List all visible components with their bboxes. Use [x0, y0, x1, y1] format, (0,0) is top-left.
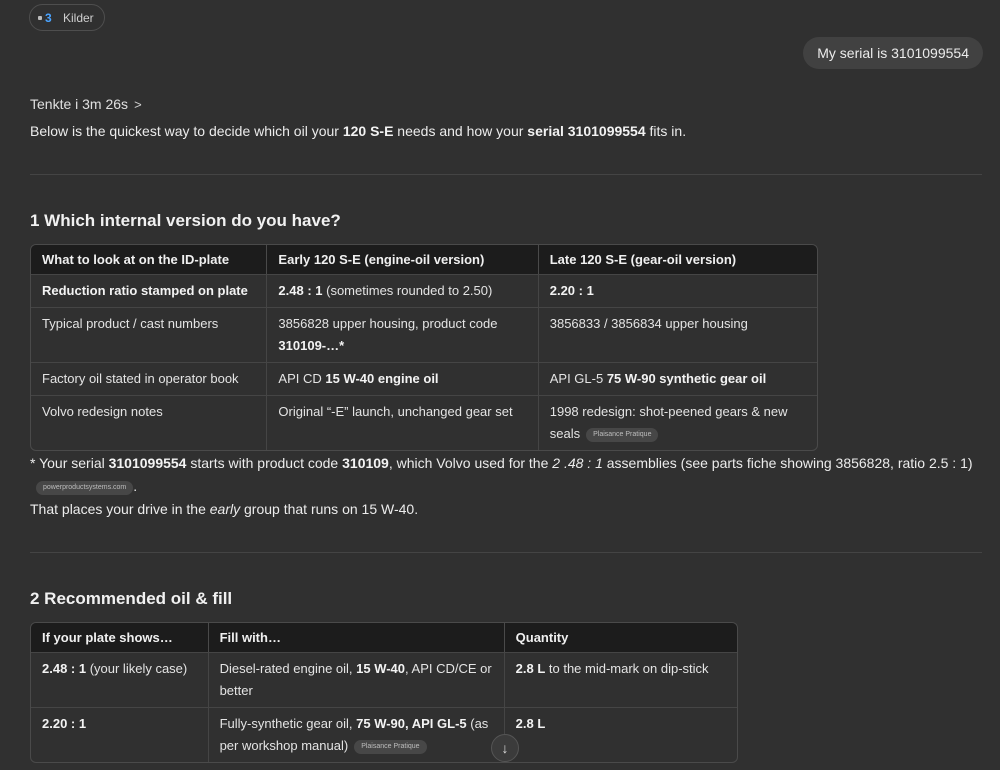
user-message-text: My serial is 3101099554: [817, 45, 969, 61]
table-cell: Reduction ratio stamped on plate: [31, 274, 268, 307]
thinking-label: Tenkte i 3m 26s: [30, 96, 129, 112]
table-header: Early 120 S-E (engine-oil version): [267, 245, 539, 274]
citation-chip[interactable]: Plaisance Pratique: [586, 428, 659, 442]
sources-button[interactable]: 3 Kilder: [29, 4, 105, 31]
table-cell: 2.48 : 1 (your likely case): [31, 652, 209, 707]
table-row: 2.48 : 1 (your likely case) Diesel-rated…: [31, 652, 737, 707]
table-header: Quantity: [504, 623, 737, 652]
scroll-down-button[interactable]: ↓: [491, 734, 519, 762]
table-header-row: What to look at on the ID-plate Early 12…: [31, 245, 817, 274]
table-header: What to look at on the ID-plate: [31, 245, 268, 274]
citation-chip[interactable]: powerproductsystems.com: [36, 481, 134, 495]
section-2-heading: 2 Recommended oil & fill: [30, 589, 233, 608]
citation-chip[interactable]: Plaisance Pratique: [354, 740, 427, 754]
table-cell: 1998 redesign: shot-peened gears & new s…: [538, 395, 817, 450]
footnote-line-1: * Your serial 3101099554 starts with pro…: [30, 455, 973, 495]
table-cell: Fully-synthetic gear oil, 75 W-90, API G…: [208, 707, 505, 762]
table-row: Typical product / cast numbers 3856828 u…: [31, 307, 817, 362]
footnote-line-2: That places your drive in the early grou…: [30, 501, 419, 517]
intro-paragraph: Below is the quickest way to decide whic…: [30, 123, 687, 139]
chevron-right-icon: >: [134, 96, 142, 112]
table-cell: 2.20 : 1: [31, 707, 209, 762]
table-cell: Original “-E” launch, unchanged gear set: [267, 395, 539, 450]
table-cell: 2.20 : 1: [538, 274, 817, 307]
table-cell: 2.48 : 1 (sometimes rounded to 2.50): [267, 274, 539, 307]
arrow-down-icon: ↓: [501, 740, 509, 756]
source-favicon-icon: 3: [38, 11, 57, 25]
table-cell: 2.8 L to the mid-mark on dip-stick: [504, 652, 737, 707]
table-cell: Typical product / cast numbers: [31, 307, 268, 362]
table-cell: Factory oil stated in operator book: [31, 362, 268, 395]
section-1-heading: 1 Which internal version do you have?: [30, 211, 341, 230]
table-cell: 2.8 L: [504, 707, 737, 762]
user-message-bubble: My serial is 3101099554: [803, 37, 983, 69]
table-row: Reduction ratio stamped on plate 2.48 : …: [31, 274, 817, 307]
table-cell: 3856833 / 3856834 upper housing: [538, 307, 817, 362]
version-table: What to look at on the ID-plate Early 12…: [30, 244, 818, 451]
footnote: * Your serial 3101099554 starts with pro…: [30, 452, 980, 521]
table-cell: API GL-5 75 W-90 synthetic gear oil: [538, 362, 817, 395]
table-row: Factory oil stated in operator book API …: [31, 362, 817, 395]
thinking-toggle[interactable]: Tenkte i 3m 26s >: [30, 96, 142, 112]
table-row: Volvo redesign notes Original “-E” launc…: [31, 395, 817, 450]
table-cell: 3856828 upper housing, product code 3101…: [267, 307, 539, 362]
table-header: Fill with…: [208, 623, 505, 652]
table-row: 2.20 : 1 Fully-synthetic gear oil, 75 W-…: [31, 707, 737, 762]
divider: [30, 174, 982, 175]
table-header-row: If your plate shows… Fill with… Quantity: [31, 623, 737, 652]
oil-fill-table: If your plate shows… Fill with… Quantity…: [30, 622, 738, 763]
table-header: If your plate shows…: [31, 623, 209, 652]
table-header: Late 120 S-E (gear-oil version): [538, 245, 817, 274]
table-cell: API CD 15 W-40 engine oil: [267, 362, 539, 395]
sources-label: Kilder: [63, 10, 94, 25]
table-cell: Diesel-rated engine oil, 15 W-40, API CD…: [208, 652, 505, 707]
divider: [30, 552, 982, 553]
table-cell: Volvo redesign notes: [31, 395, 268, 450]
